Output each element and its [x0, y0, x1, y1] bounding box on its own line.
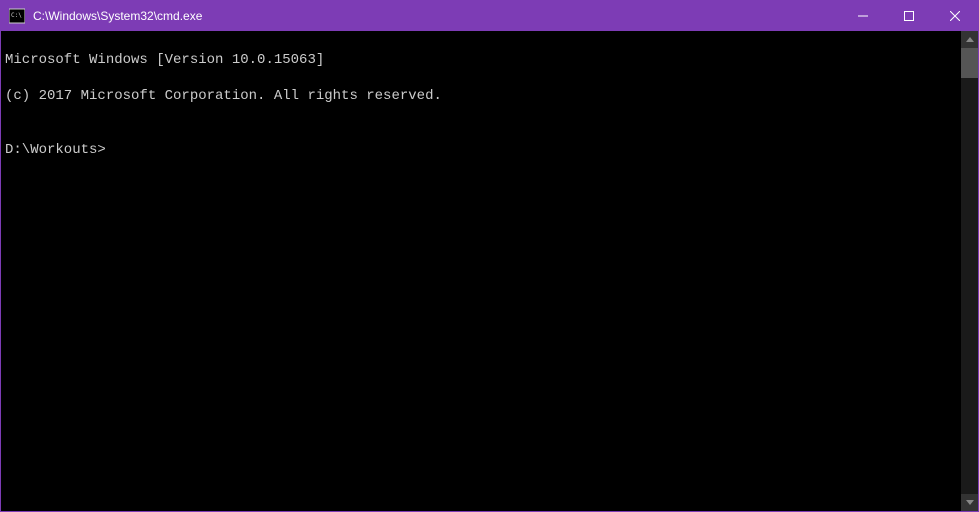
minimize-button[interactable]: [840, 1, 886, 31]
scroll-up-button[interactable]: [961, 31, 978, 48]
scroll-thumb[interactable]: [961, 48, 978, 78]
window-titlebar[interactable]: C:\ C:\Windows\System32\cmd.exe: [1, 1, 978, 31]
chevron-down-icon: [966, 500, 974, 505]
scroll-track[interactable]: [961, 48, 978, 494]
scroll-down-button[interactable]: [961, 494, 978, 511]
maximize-icon: [904, 11, 914, 21]
window-controls: [840, 1, 978, 31]
close-icon: [950, 11, 960, 21]
console-output[interactable]: Microsoft Windows [Version 10.0.15063] (…: [1, 31, 961, 511]
console-line: Microsoft Windows [Version 10.0.15063]: [5, 51, 959, 69]
chevron-up-icon: [966, 37, 974, 42]
console-line: (c) 2017 Microsoft Corporation. All righ…: [5, 87, 959, 105]
vertical-scrollbar[interactable]: [961, 31, 978, 511]
maximize-button[interactable]: [886, 1, 932, 31]
console-prompt: D:\Workouts>: [5, 141, 959, 159]
window-content: Microsoft Windows [Version 10.0.15063] (…: [1, 31, 978, 511]
minimize-icon: [858, 11, 868, 21]
window-title: C:\Windows\System32\cmd.exe: [31, 9, 840, 23]
cmd-icon: C:\: [9, 8, 25, 24]
svg-text:C:\: C:\: [11, 12, 22, 19]
close-button[interactable]: [932, 1, 978, 31]
